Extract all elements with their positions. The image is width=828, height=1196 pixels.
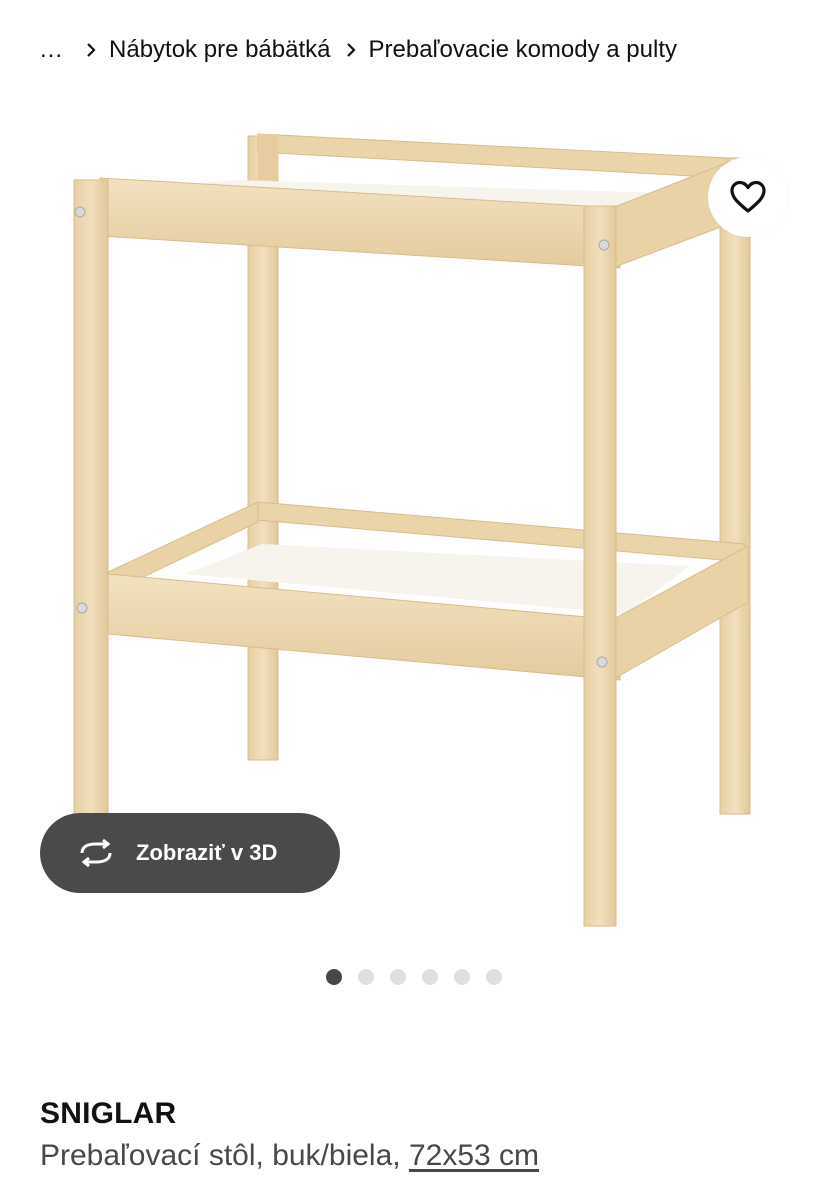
- favourite-button[interactable]: [708, 157, 788, 237]
- breadcrumb-ellipsis[interactable]: ...: [40, 36, 63, 64]
- chevron-right-icon: [337, 42, 365, 58]
- product-name: SNIGLAR: [40, 1097, 177, 1130]
- view-in-3d-button[interactable]: Zobraziť v 3D: [40, 813, 340, 893]
- gallery-dot[interactable]: [422, 969, 438, 985]
- gallery-dot[interactable]: [454, 969, 470, 985]
- gallery-dot[interactable]: [390, 969, 406, 985]
- rotate-3d-icon: [76, 839, 116, 867]
- chevron-right-icon: [77, 42, 105, 58]
- gallery-pagination: [0, 966, 828, 988]
- view-in-3d-label: Zobraziť v 3D: [136, 840, 278, 865]
- product-info: SNIGLAR Prebaľovací stôl, buk/biela, 72x…: [40, 1094, 539, 1178]
- product-description: Prebaľovací stôl, buk/biela, 72x53 cm: [40, 1134, 539, 1178]
- gallery-dot[interactable]: [486, 969, 502, 985]
- heart-icon: [729, 180, 767, 214]
- breadcrumb: ... Nábytok pre bábätká Prebaľovacie kom…: [40, 30, 677, 70]
- breadcrumb-item-changing-tables[interactable]: Prebaľovacie komody a pulty: [369, 36, 678, 64]
- breadcrumb-item-baby-furniture[interactable]: Nábytok pre bábätká: [109, 36, 330, 64]
- product-size-link[interactable]: 72x53 cm: [409, 1139, 539, 1172]
- gallery-dot[interactable]: [358, 969, 374, 985]
- product-type-text: Prebaľovací stôl, buk/biela,: [40, 1139, 409, 1172]
- gallery-dot[interactable]: [326, 969, 342, 985]
